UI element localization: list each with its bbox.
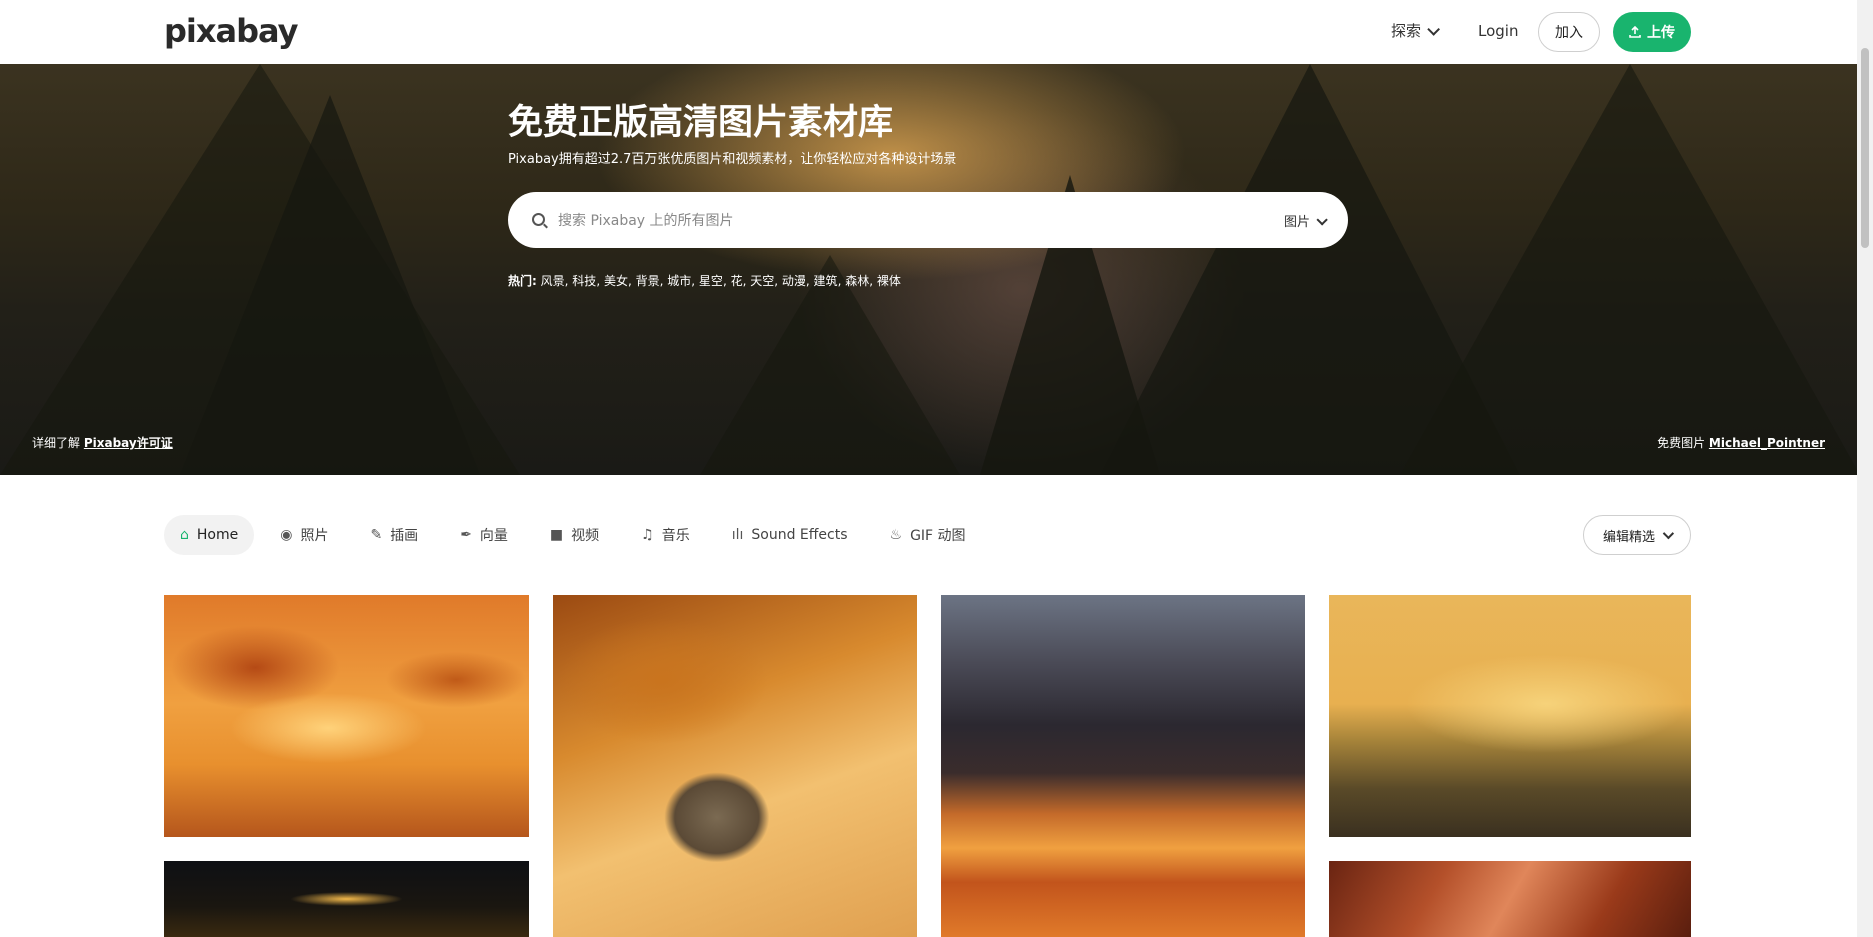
license-link[interactable]: Pixabay许可证 — [84, 436, 173, 450]
video-icon: ■ — [549, 527, 564, 543]
license-prefix: 详细了解 — [32, 436, 81, 450]
tab-label: 插画 — [390, 528, 419, 544]
search-type-dropdown[interactable]: 图片 — [1283, 211, 1328, 230]
gallery-image-deer-field[interactable] — [1329, 595, 1691, 837]
tab-videos[interactable]: ■ 视频 — [534, 515, 615, 555]
tab-gifs[interactable]: ♨ GIF 动图 — [874, 515, 982, 555]
trending-tag[interactable]: 动漫 — [782, 274, 806, 288]
category-tabs: ⌂ Home ◉ 照片 ✎ 插画 ✒ 向量 ■ 视频 ♫ 音乐 ılı Soun… — [164, 515, 992, 555]
flame-icon: ♨ — [889, 527, 903, 543]
gallery-image-sunset-clouds[interactable] — [164, 595, 529, 837]
search-type-label: 图片 — [1283, 215, 1310, 230]
sort-dropdown[interactable]: 编辑精选 — [1583, 515, 1691, 555]
trending-tag[interactable]: 背景 — [636, 274, 660, 288]
trending-tag[interactable]: 科技 — [572, 274, 596, 288]
pen-nib-icon: ✒ — [460, 527, 472, 543]
trending-tag[interactable]: 裸体 — [877, 274, 901, 288]
tab-photos[interactable]: ◉ 照片 — [264, 515, 344, 555]
tab-label: Sound Effects — [751, 527, 848, 543]
chevron-down-icon — [1316, 214, 1328, 226]
search-icon[interactable] — [532, 213, 545, 226]
tab-home[interactable]: ⌂ Home — [164, 515, 255, 555]
explore-menu[interactable]: 探索 — [1391, 20, 1441, 41]
trending-tag[interactable]: 天空 — [750, 274, 774, 288]
tab-label: 音乐 — [661, 528, 690, 544]
trending-tag[interactable]: 美女 — [604, 274, 628, 288]
gallery-image-night-city-lights[interactable] — [164, 861, 529, 937]
sort-label: 编辑精选 — [1602, 529, 1655, 545]
tab-sound-effects[interactable]: ılı Sound Effects — [716, 515, 864, 555]
hero-subtitle: Pixabay拥有超过2.7百万张优质图片和视频素材，让你轻松应对各种设计场景 — [508, 152, 957, 167]
upload-icon — [1629, 26, 1641, 38]
tab-illustrations[interactable]: ✎ 插画 — [354, 515, 434, 555]
photo-credit: 免费图片 Michael_Pointner — [1657, 434, 1825, 451]
tab-music[interactable]: ♫ 音乐 — [625, 515, 706, 555]
explore-label: 探索 — [1391, 22, 1422, 40]
scrollbar-thumb[interactable] — [1861, 48, 1869, 248]
pixabay-logo[interactable]: pixabay — [164, 12, 298, 50]
search-input[interactable] — [556, 206, 1260, 236]
trending-tag[interactable]: 风景 — [541, 274, 565, 288]
page-scrollbar[interactable] — [1857, 0, 1873, 937]
gallery-image-canyon-rock[interactable] — [1329, 861, 1691, 937]
trending-tags: 热门: 风景, 科技, 美女, 背景, 城市, 星空, 花, 天空, 动漫, 建… — [508, 274, 901, 288]
tab-label: 照片 — [300, 528, 329, 544]
trending-tag[interactable]: 城市 — [667, 274, 691, 288]
tab-label: 向量 — [479, 528, 508, 544]
trending-label: 热门: — [508, 274, 537, 288]
top-navigation-bar: pixabay 探索 Login 加入 上传 — [0, 0, 1857, 64]
tab-label: Home — [196, 527, 239, 543]
trending-tag[interactable]: 花 — [731, 274, 743, 288]
trending-tag[interactable]: 建筑 — [814, 274, 838, 288]
music-note-icon: ♫ — [641, 527, 654, 543]
hero-title: 免费正版高清图片素材库 — [508, 103, 894, 143]
credit-prefix: 免费图片 — [1657, 436, 1706, 450]
upload-label: 上传 — [1647, 25, 1675, 41]
gallery-image-snail-on-leaf[interactable] — [553, 595, 917, 937]
chevron-down-icon — [1427, 23, 1441, 36]
tab-label: 视频 — [571, 528, 600, 544]
credit-author-link[interactable]: Michael_Pointner — [1709, 436, 1825, 450]
login-link[interactable]: Login — [1478, 22, 1518, 40]
chevron-down-icon — [1662, 527, 1675, 540]
tab-label: GIF 动图 — [910, 528, 966, 544]
camera-icon: ◉ — [280, 527, 293, 543]
home-icon: ⌂ — [180, 527, 189, 543]
join-button[interactable]: 加入 — [1538, 12, 1600, 52]
waveform-icon: ılı — [731, 527, 744, 543]
license-note: 详细了解 Pixabay许可证 — [32, 434, 173, 451]
hero-banner: 免费正版高清图片素材库 Pixabay拥有超过2.7百万张优质图片和视频素材，让… — [0, 64, 1857, 475]
trending-tag[interactable]: 森林 — [845, 274, 869, 288]
brush-icon: ✎ — [370, 527, 383, 543]
search-bar: 图片 — [508, 192, 1348, 248]
tab-vectors[interactable]: ✒ 向量 — [444, 515, 524, 555]
hero-background-tree — [1400, 64, 1857, 475]
gallery-image-dramatic-sunset[interactable] — [941, 595, 1305, 937]
trending-tag[interactable]: 星空 — [699, 274, 723, 288]
upload-button[interactable]: 上传 — [1613, 12, 1691, 52]
